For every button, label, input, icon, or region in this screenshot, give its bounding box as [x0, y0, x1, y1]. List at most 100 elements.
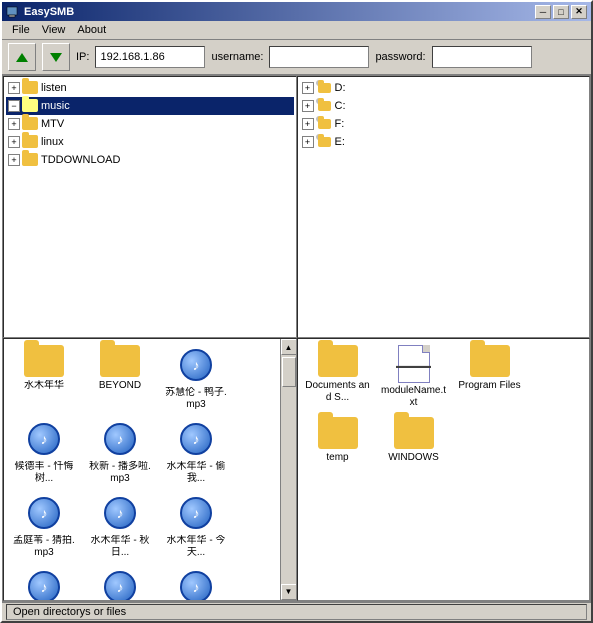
tree-item-TDDOWNLOAD[interactable]: + TDDOWNLOAD	[6, 151, 294, 169]
remote-file-------------[interactable]: ♪水木年华 - 秋日...	[84, 491, 156, 561]
expand-btn-drive-F[interactable]: +	[302, 118, 314, 130]
tree-item-drive-D[interactable]: + D:	[300, 79, 588, 97]
remote-file-----[interactable]: 水木年华	[8, 343, 80, 413]
tree-label-drive-C: C:	[335, 100, 346, 112]
expand-btn-drive-E[interactable]: +	[302, 136, 314, 148]
username-input[interactable]	[269, 46, 369, 68]
tree-item-drive-E[interactable]: + E:	[300, 133, 588, 151]
title-bar: EasySMB ─ □ ✕	[2, 2, 591, 21]
local-files-grid: Documents and S...▬▬▬▬▬moduleName.txtPro…	[298, 339, 590, 600]
navigate-down-button[interactable]	[42, 43, 70, 71]
remote-file----------mp3[interactable]: ♪苏慧伦 - 鸭子.mp3	[160, 343, 232, 413]
mp3-file-icon: ♪	[178, 419, 214, 459]
expand-btn-music[interactable]: −	[8, 100, 20, 112]
expand-btn-listen[interactable]: +	[8, 82, 20, 94]
local-file-Program-Files[interactable]: Program Files	[454, 343, 526, 411]
navigate-up-button[interactable]	[8, 43, 36, 71]
tree-label-drive-E: E:	[335, 136, 345, 148]
title-text: EasySMB	[24, 6, 74, 18]
file-label: Program Files	[458, 380, 520, 392]
local-file-Documents-and-S---[interactable]: Documents and S...	[302, 343, 374, 411]
folder-large-icon	[100, 345, 140, 377]
mp3-file-icon: ♪	[178, 493, 214, 533]
file-label: 苏慧伦 - 鸭子.mp3	[162, 387, 230, 411]
tree-item-listen[interactable]: +listen	[6, 79, 294, 97]
menu-file[interactable]: File	[6, 22, 36, 38]
folder-large-icon	[318, 417, 358, 449]
remote-file-------------[interactable]: ♪水木年华 - 偷我...	[160, 417, 232, 487]
folder-icon-listen	[22, 80, 38, 96]
title-bar-buttons: ─ □ ✕	[535, 5, 587, 19]
remote-file----------mp3[interactable]: ♪孟庭苇 - 猜拍.mp3	[8, 491, 80, 561]
folder-large-icon	[318, 345, 358, 377]
minimize-button[interactable]: ─	[535, 5, 551, 19]
file-label: 水木年华 - 今天...	[162, 535, 230, 559]
username-label: username:	[211, 51, 263, 63]
folder-icon-music	[22, 98, 38, 114]
expand-btn-linux[interactable]: +	[8, 136, 20, 148]
remote-file-Twins----------[interactable]: ♪Twins - 你喜爱见...	[84, 565, 156, 600]
folder-large-icon	[394, 417, 434, 449]
drives-tree: + D: + C: + F: + E:	[298, 77, 590, 338]
title-bar-left: EasySMB	[6, 5, 74, 19]
tree-label-drive-F: F:	[335, 118, 345, 130]
expand-btn-drive-D[interactable]: +	[302, 82, 314, 94]
tree-label-music: music	[41, 100, 70, 112]
arrow-up-icon	[16, 53, 28, 62]
tree-item-linux[interactable]: +linux	[6, 133, 294, 151]
close-button[interactable]: ✕	[571, 5, 587, 19]
password-input[interactable]	[432, 46, 532, 68]
folder-icon-MTV	[22, 116, 38, 132]
remote-file-------------[interactable]: ♪候德丰 - 忏悔树...	[8, 417, 80, 487]
expand-btn-drive-C[interactable]: +	[302, 100, 314, 112]
mp3-file-icon: ♪	[102, 419, 138, 459]
mp3-file-icon: ♪	[178, 345, 214, 385]
main-window: EasySMB ─ □ ✕ File View About IP: userna…	[0, 0, 593, 623]
remote-file-------------[interactable]: ♪水木年华 - 今天...	[160, 491, 232, 561]
menu-about[interactable]: About	[71, 22, 112, 38]
file-label: WINDOWS	[388, 452, 439, 464]
mp3-file-icon: ♪	[102, 567, 138, 600]
tree-item-drive-C[interactable]: + C:	[300, 97, 588, 115]
remote-file-BEYOND[interactable]: BEYOND	[84, 343, 156, 413]
local-file-moduleName-txt[interactable]: ▬▬▬▬▬moduleName.txt	[378, 343, 450, 411]
drive-icon-E	[316, 134, 332, 150]
scroll-thumb[interactable]	[282, 357, 296, 387]
maximize-button[interactable]: □	[553, 5, 569, 19]
expand-btn-MTV[interactable]: +	[8, 118, 20, 130]
file-label: Documents and S...	[304, 380, 372, 404]
scroll-down-button[interactable]: ▼	[281, 584, 297, 600]
shares-tree: +listen−music+MTV+linux+TDDOWNLOAD	[4, 77, 296, 338]
remote-file-------------[interactable]: ♪水木年华 - 耶路...	[8, 565, 80, 600]
local-file-WINDOWS[interactable]: WINDOWS	[378, 415, 450, 466]
drives-panel: + D: + C: + F: + E:	[297, 76, 591, 339]
ip-label: IP:	[76, 51, 89, 63]
file-label: temp	[326, 452, 348, 464]
ip-input[interactable]	[95, 46, 205, 68]
scroll-track	[281, 355, 296, 584]
expand-btn-TDDOWNLOAD[interactable]: +	[8, 154, 20, 166]
tree-item-MTV[interactable]: +MTV	[6, 115, 294, 133]
shares-panel: +listen−music+MTV+linux+TDDOWNLOAD	[3, 76, 297, 339]
status-bar: Open directorys or files	[2, 602, 591, 621]
scroll-up-button[interactable]: ▲	[281, 339, 297, 355]
file-label: moduleName.txt	[380, 385, 448, 409]
folder-large-icon	[24, 345, 64, 377]
folder-icon-TDDOWNLOAD	[22, 152, 38, 168]
txt-file-icon: ▬▬▬▬▬	[398, 345, 430, 383]
status-text: Open directorys or files	[6, 604, 587, 620]
menu-bar: File View About	[2, 21, 591, 40]
menu-view[interactable]: View	[36, 22, 72, 38]
local-file-temp[interactable]: temp	[302, 415, 374, 466]
file-label: 水木年华	[24, 380, 64, 392]
tree-item-drive-F[interactable]: + F:	[300, 115, 588, 133]
tree-label-drive-D: D:	[335, 82, 346, 94]
tree-item-music[interactable]: − music	[6, 97, 294, 115]
mp3-file-icon: ♪	[26, 567, 62, 600]
folder-large-icon	[470, 345, 510, 377]
remote-file---------05---[interactable]: ♪仙剑奇侠传 - 05...	[160, 565, 232, 600]
drive-icon-C	[316, 98, 332, 114]
tree-label-TDDOWNLOAD: TDDOWNLOAD	[41, 154, 120, 166]
file-label: BEYOND	[99, 380, 141, 392]
remote-file----------mp3[interactable]: ♪秋新 - 播多啦.mp3	[84, 417, 156, 487]
